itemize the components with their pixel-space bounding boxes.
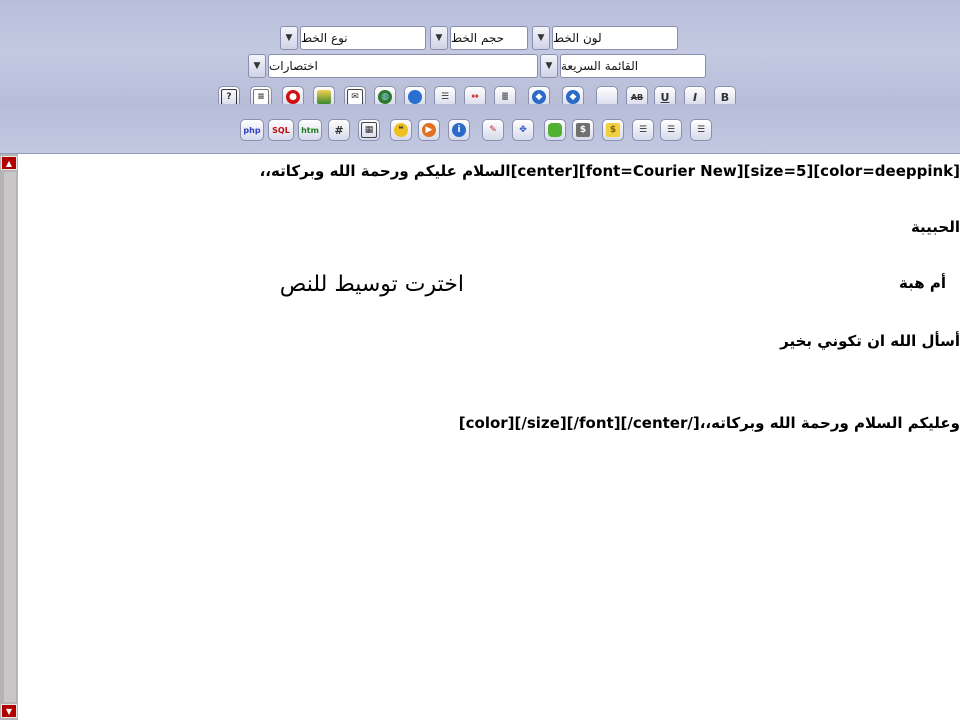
- greeting-text: السلام عليكم ورحمة الله وبركاته،،: [259, 162, 511, 180]
- font-color-select[interactable]: ▼ لون الخط: [532, 26, 678, 50]
- editor-line-4: أسأل الله ان تكوني بخير: [780, 332, 960, 350]
- align-right-icon: ☰: [638, 125, 648, 135]
- document-icon: ≡: [253, 89, 269, 105]
- editor-toolbar: ▼ نوع الخط ▼ حجم الخط ▼ لون الخط ▼ اختصا…: [0, 0, 960, 155]
- info-button[interactable]: i: [448, 119, 470, 141]
- align-left-button[interactable]: ☰: [690, 119, 712, 141]
- hash-button[interactable]: #: [328, 119, 350, 141]
- scroll-down-icon[interactable]: ▼: [1, 704, 17, 718]
- menus-row: ▼ اختصارات ▼ القائمة السريعة ? ≡ ● ✉ ◍ ☰…: [0, 52, 960, 108]
- scroll-up-icon[interactable]: ▲: [1, 156, 17, 170]
- bbcode-close-tags: [color][/size][/font][/center/]: [458, 414, 700, 432]
- hide-icon: [548, 123, 562, 137]
- font-selects-row: ▼ نوع الخط ▼ حجم الخط ▼ لون الخط: [0, 0, 960, 53]
- chevron-down-icon[interactable]: ▼: [540, 54, 558, 78]
- image-icon: [317, 90, 331, 104]
- alignment-note: اخترت توسيط للنص: [279, 272, 464, 297]
- info-icon: i: [452, 123, 466, 137]
- quote-icon: ❝: [394, 123, 408, 137]
- html-button[interactable]: htm: [298, 119, 322, 141]
- flash-icon: ●: [286, 90, 300, 104]
- quote-button[interactable]: ❝: [390, 119, 412, 141]
- media-button[interactable]: ▶: [418, 119, 440, 141]
- editor-line-2: الحبيبة: [910, 218, 960, 236]
- code-buttons-row: php SQL htm # ▦ ❝ ▶ i ✎ ✥ $ $ ☰ ☰ ☰: [0, 104, 960, 155]
- scroll-track[interactable]: [4, 172, 16, 702]
- shortcuts-value: اختصارات: [268, 54, 538, 78]
- arrows-icon: ↔: [471, 92, 479, 102]
- editor-line-1: [center][font=Courier New][size=5][color…: [260, 162, 960, 180]
- shortcuts-select[interactable]: ▼ اختصارات: [248, 54, 538, 78]
- chevron-down-icon[interactable]: ▼: [430, 26, 448, 50]
- bullet-icon: [408, 90, 422, 104]
- editor-line-3: أم هبة: [899, 274, 946, 292]
- move-icon: ✥: [519, 125, 527, 135]
- chevron-down-icon[interactable]: ▼: [280, 26, 298, 50]
- align-right-button[interactable]: ☰: [632, 119, 654, 141]
- align-left-icon: ☰: [696, 125, 706, 135]
- chevron-down-icon[interactable]: ▼: [248, 54, 266, 78]
- indent-icon: ≣: [501, 92, 509, 102]
- vertical-scrollbar[interactable]: ▲ ▼: [0, 154, 18, 720]
- dollar-icon: $: [606, 123, 620, 137]
- font-size-select[interactable]: ▼ حجم الخط: [430, 26, 528, 50]
- help-icon: ?: [221, 89, 237, 105]
- reply-greeting-text: وعليكم السلام ورحمة الله وبركاته،،: [699, 414, 960, 432]
- editor-line-5: وعليكم السلام ورحمة الله وبركاته،،[color…: [459, 414, 960, 432]
- hide-button[interactable]: [544, 119, 566, 141]
- globe-icon: ◍: [378, 90, 392, 104]
- font-color-value: لون الخط: [552, 26, 678, 50]
- table-button[interactable]: ▦: [358, 119, 380, 141]
- table-icon: ▦: [361, 122, 377, 138]
- chevron-down-icon[interactable]: ▼: [532, 26, 550, 50]
- bbcode-open-tags: [center][font=Courier New][size=5][color…: [510, 162, 960, 180]
- move-text-button[interactable]: ✥: [512, 119, 534, 141]
- price-button[interactable]: $: [602, 119, 624, 141]
- highlight-button[interactable]: ✎: [482, 119, 504, 141]
- quick-menu-select[interactable]: ▼ القائمة السريعة: [540, 54, 706, 78]
- font-type-value: نوع الخط: [300, 26, 426, 50]
- message-editor[interactable]: [center][font=Courier New][size=5][color…: [18, 154, 960, 720]
- quick-menu-value: القائمة السريعة: [560, 54, 706, 78]
- email-icon: ✉: [347, 89, 363, 105]
- sql-button[interactable]: SQL: [268, 119, 294, 141]
- list-icon: ☰: [440, 92, 450, 102]
- direction-icon: ◆: [566, 90, 580, 104]
- pen-icon: ✎: [489, 125, 497, 135]
- play-icon: ▶: [422, 123, 436, 137]
- direction-icon: ◆: [532, 90, 546, 104]
- php-button[interactable]: php: [240, 119, 264, 141]
- dollar-icon: $: [576, 123, 590, 137]
- align-center-icon: ☰: [666, 125, 676, 135]
- font-size-value: حجم الخط: [450, 26, 528, 50]
- spoiler-button[interactable]: $: [572, 119, 594, 141]
- font-type-select[interactable]: ▼ نوع الخط: [280, 26, 426, 50]
- align-center-button[interactable]: ☰: [660, 119, 682, 141]
